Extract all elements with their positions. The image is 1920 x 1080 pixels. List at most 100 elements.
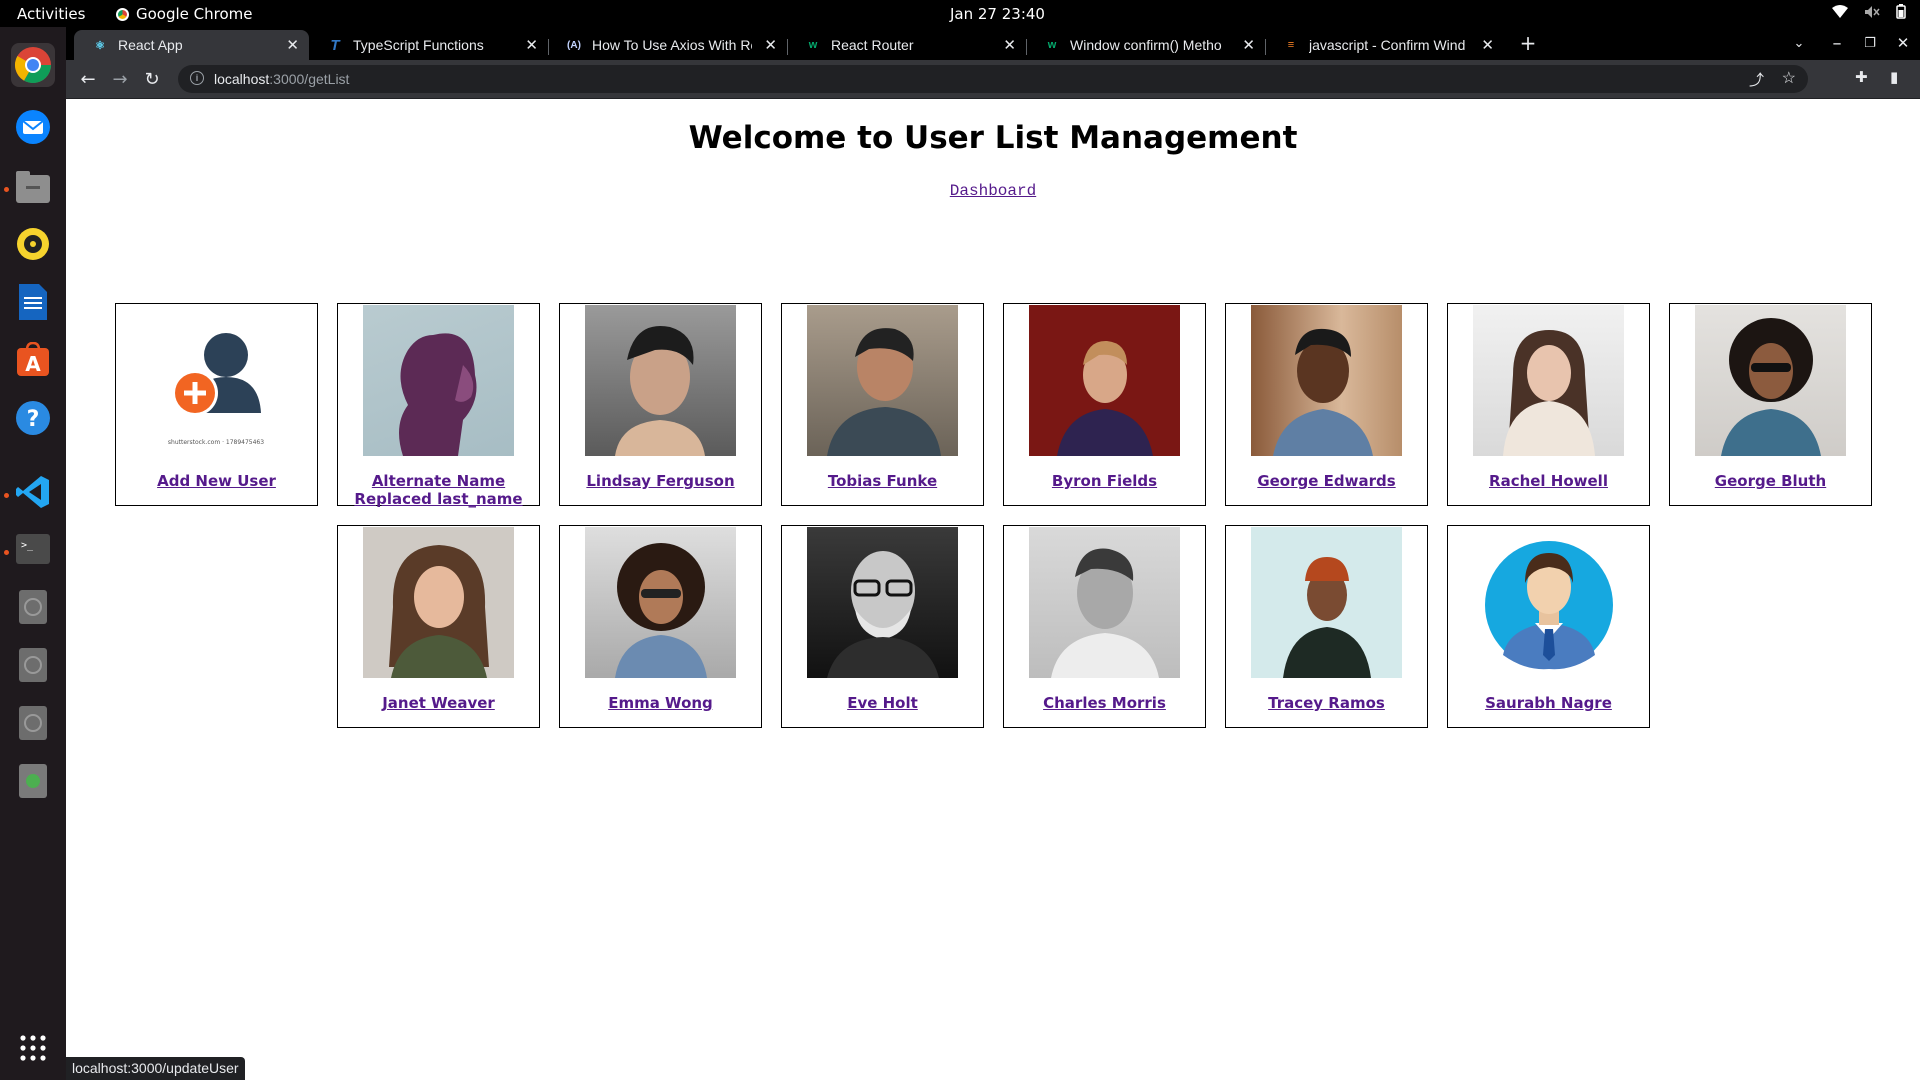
extensions-icon[interactable]: ✚ (1855, 68, 1868, 86)
tab-window-confirm[interactable]: w Window confirm() Metho ✕ (1026, 30, 1265, 60)
user-avatar (363, 527, 514, 678)
tab-search-icon[interactable]: ⌄ (1788, 32, 1810, 54)
system-tray[interactable] (1832, 4, 1906, 23)
close-tab-icon[interactable]: ✕ (1242, 36, 1255, 54)
close-tab-icon[interactable]: ✕ (1481, 36, 1494, 54)
files-dock-icon[interactable] (11, 165, 55, 209)
user-avatar (1029, 305, 1180, 456)
w3schools-icon: w (808, 39, 818, 51)
close-window-button[interactable]: ✕ (1892, 32, 1914, 54)
close-tab-icon[interactable]: ✕ (286, 36, 299, 54)
axios-icon: (A) (567, 39, 581, 51)
activities-button[interactable]: Activities (17, 5, 85, 23)
user-card[interactable]: Lindsay Ferguson (559, 303, 762, 506)
add-user-icon: shutterstock.com · 1789475463 (168, 333, 264, 446)
user-avatar (1251, 305, 1402, 456)
restore-button[interactable]: ❐ (1859, 32, 1881, 54)
disk-drive-icon[interactable] (11, 701, 55, 745)
back-button[interactable]: ← (77, 68, 99, 90)
dashboard-link[interactable]: Dashboard (950, 182, 1036, 200)
user-name-link[interactable]: George Bluth (1670, 472, 1871, 490)
tab-typescript-functions[interactable]: T TypeScript Functions ✕ (309, 30, 548, 60)
disk-drive-icon[interactable] (11, 585, 55, 629)
user-avatar (585, 527, 736, 678)
new-tab-button[interactable]: + (1517, 31, 1539, 55)
user-name-link[interactable]: Emma Wong (560, 694, 761, 712)
user-name-link[interactable]: Charles Morris (1004, 694, 1205, 712)
user-avatar (1251, 527, 1402, 678)
user-card[interactable]: Eve Holt (781, 525, 984, 728)
stackoverflow-icon: ≡ (1287, 39, 1295, 51)
chrome-small-icon (116, 7, 129, 21)
close-tab-icon[interactable]: ✕ (525, 36, 538, 54)
volume-muted-icon (1864, 5, 1880, 23)
user-card[interactable]: Saurabh Nagre (1447, 525, 1650, 728)
user-avatar (363, 305, 514, 456)
trash-icon[interactable] (11, 759, 55, 803)
user-name-link[interactable]: Lindsay Ferguson (560, 472, 761, 490)
bookmark-star-icon[interactable]: ☆ (1782, 68, 1796, 88)
user-name-link[interactable]: Rachel Howell (1448, 472, 1649, 490)
battery-icon (1896, 4, 1906, 23)
user-card[interactable]: Rachel Howell (1447, 303, 1650, 506)
add-new-user-link[interactable]: Add New User (116, 472, 317, 490)
tab-react-app[interactable]: ⚛ React App ✕ (74, 30, 309, 60)
app-menu[interactable]: Google Chrome (116, 5, 253, 23)
user-name-link[interactable]: George Edwards (1226, 472, 1427, 490)
user-card[interactable]: Charles Morris (1003, 525, 1206, 728)
tab-react-router[interactable]: w React Router ✕ (787, 30, 1026, 60)
user-avatar (1695, 305, 1846, 456)
svg-text:>_: >_ (21, 540, 34, 551)
system-top-bar: Activities Google Chrome Jan 27 23:40 (0, 0, 1920, 27)
clock[interactable]: Jan 27 23:40 (950, 5, 1045, 23)
show-apps-icon[interactable] (11, 1026, 55, 1070)
minimize-button[interactable]: – (1826, 32, 1848, 54)
user-card[interactable]: Alternate Name Replaced last_name (337, 303, 540, 508)
user-avatar (1473, 305, 1624, 456)
user-name-link[interactable]: Byron Fields (1004, 472, 1205, 490)
dashboard-link-container: Dashboard (66, 180, 1920, 200)
user-card[interactable]: Tracey Ramos (1225, 525, 1428, 728)
tab-title: React Router (831, 37, 914, 53)
close-tab-icon[interactable]: ✕ (764, 36, 777, 54)
site-info-icon[interactable]: i (190, 71, 204, 85)
tab-title: javascript - Confirm Wind (1309, 37, 1466, 53)
terminal-dock-icon[interactable]: >_ (11, 527, 55, 571)
user-card[interactable]: Byron Fields (1003, 303, 1206, 506)
svg-text:?: ? (27, 407, 40, 432)
help-dock-icon[interactable]: ? (11, 396, 55, 440)
user-card[interactable]: Emma Wong (559, 525, 762, 728)
tab-axios[interactable]: (A) How To Use Axios With Re ✕ (548, 30, 787, 60)
tab-javascript-confirm[interactable]: ≡ javascript - Confirm Wind ✕ (1265, 30, 1504, 60)
ubuntu-dock: A ? >_ (0, 27, 66, 1080)
user-card[interactable]: Tobias Funke (781, 303, 984, 506)
chrome-dock-icon[interactable] (11, 43, 55, 87)
software-store-dock-icon[interactable]: A (11, 338, 55, 382)
share-icon[interactable]: ⤴ (1749, 69, 1764, 90)
tab-title: TypeScript Functions (353, 37, 484, 53)
user-name-link[interactable]: Saurabh Nagre (1448, 694, 1649, 712)
writer-dock-icon[interactable] (11, 280, 55, 324)
tab-title: Window confirm() Metho (1070, 37, 1222, 53)
user-name-link[interactable]: Alternate Name Replaced last_name (338, 472, 539, 508)
side-panel-icon[interactable]: ▮ (1890, 68, 1898, 86)
add-user-card[interactable]: shutterstock.com · 1789475463 Add New Us… (115, 303, 318, 506)
user-name-link[interactable]: Janet Weaver (338, 694, 539, 712)
disk-drive-icon[interactable] (11, 643, 55, 687)
vscode-dock-icon[interactable] (11, 470, 55, 514)
forward-button[interactable]: → (109, 68, 131, 90)
add-user-image: shutterstock.com · 1789475463 (141, 305, 292, 456)
rhythmbox-dock-icon[interactable] (11, 222, 55, 266)
thunderbird-dock-icon[interactable] (11, 105, 55, 149)
user-name-link[interactable]: Eve Holt (782, 694, 983, 712)
user-name-link[interactable]: Tracey Ramos (1226, 694, 1427, 712)
user-name-link[interactable]: Tobias Funke (782, 472, 983, 490)
page-content: Welcome to User List Management Dashboar… (66, 100, 1920, 1080)
reload-button[interactable]: ↻ (141, 68, 163, 90)
address-bar[interactable]: i localhost:3000/getList ⤴ ☆ (178, 65, 1808, 93)
close-tab-icon[interactable]: ✕ (1003, 36, 1016, 54)
user-card[interactable]: George Edwards (1225, 303, 1428, 506)
user-card[interactable]: Janet Weaver (337, 525, 540, 728)
user-card[interactable]: George Bluth (1669, 303, 1872, 506)
user-avatar (1473, 527, 1624, 678)
